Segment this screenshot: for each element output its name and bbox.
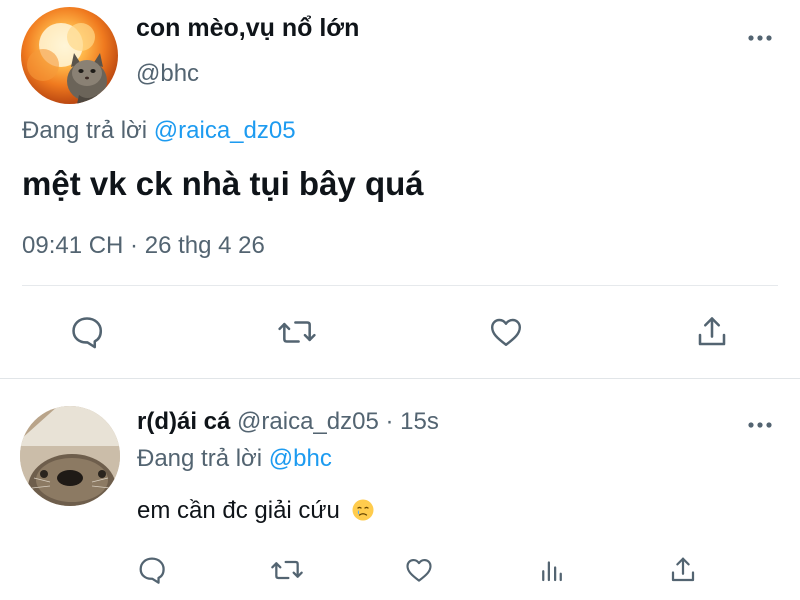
reply-header: r(d)ái cá @raica_dz05 · 15s (137, 408, 439, 436)
more-options-icon[interactable] (746, 413, 774, 437)
reply-handle[interactable]: @raica_dz05 (237, 408, 379, 435)
avatar-explosion-cat-image (27, 23, 107, 104)
share-icon[interactable] (692, 311, 732, 353)
reply-tweet-text-line: em cần đc giải cứu (137, 497, 375, 529)
replying-to-line: Đang trả lời @bhc (137, 445, 332, 473)
main-handle[interactable]: @bhc (136, 60, 199, 88)
retweet-icon[interactable] (274, 312, 320, 352)
reply-icon[interactable] (66, 312, 108, 352)
replying-to-label: Đang trả lời (22, 117, 148, 144)
reply-icon[interactable] (134, 553, 170, 587)
divider (0, 378, 800, 379)
reply-time[interactable]: 15s (400, 408, 439, 435)
reply-tweet-text: em cần đc giải cứu (137, 497, 340, 524)
reply-display-name[interactable]: r(d)ái cá (137, 408, 230, 435)
more-options-icon[interactable] (746, 26, 774, 50)
main-avatar[interactable] (21, 7, 118, 104)
crying-face-emoji (351, 498, 375, 529)
replying-to-mention[interactable]: @bhc (269, 445, 332, 472)
main-display-name[interactable]: con mèo,vụ nổ lớn (136, 14, 359, 43)
replying-to-line: Đang trả lời @raica_dz05 (22, 117, 296, 145)
divider (22, 285, 778, 286)
replying-to-label: Đang trả lời (137, 445, 263, 472)
like-icon[interactable] (401, 553, 437, 587)
analytics-icon[interactable] (535, 553, 569, 587)
separator-dot: · (385, 408, 394, 435)
replying-to-mention[interactable]: @raica_dz05 (154, 117, 296, 144)
avatar-otter-image (20, 406, 120, 506)
main-tweet-text: mệt vk ck nhà tụi bây quá (22, 165, 424, 202)
reply-avatar[interactable] (20, 406, 120, 506)
share-icon[interactable] (666, 552, 700, 588)
like-icon[interactable] (485, 312, 527, 352)
retweet-icon[interactable] (268, 553, 306, 587)
tweet-timestamp[interactable]: 09:41 CH · 26 thg 4 26 (22, 232, 265, 260)
